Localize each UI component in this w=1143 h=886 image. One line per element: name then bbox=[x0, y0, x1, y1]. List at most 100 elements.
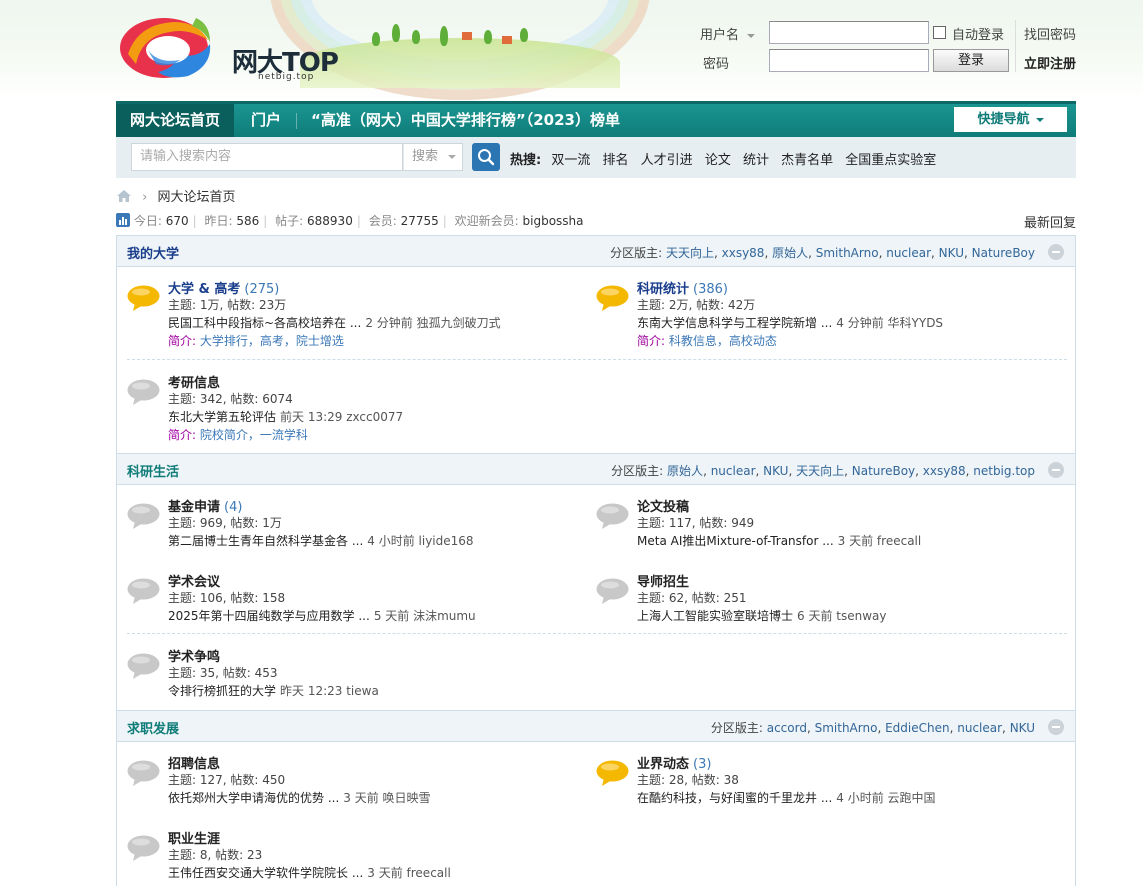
hot-search-link[interactable]: 杰青名单 bbox=[781, 153, 833, 168]
moderator-link[interactable]: 原始人 bbox=[772, 246, 808, 260]
netbig-logo[interactable] bbox=[118, 14, 214, 80]
moderator-link[interactable]: nuclear bbox=[886, 246, 931, 260]
last-post-link[interactable]: 民国工科中段指标~各高校培养在 ... bbox=[168, 316, 361, 330]
last-post: 依托郑州大学申请海优的优势 ... 3 天前 唤日映雪 bbox=[168, 791, 431, 805]
forum-name[interactable]: 学术争鸣 bbox=[168, 646, 220, 665]
moderator-link[interactable]: SmithArno bbox=[815, 721, 878, 735]
quick-nav-button[interactable]: 快捷导航 bbox=[954, 107, 1067, 132]
auto-login-label[interactable]: 自动登录 bbox=[952, 24, 1004, 43]
collapse-icon[interactable] bbox=[1048, 719, 1064, 735]
last-post-link[interactable]: 令排行榜抓狂的大学 bbox=[168, 684, 276, 698]
forum-name[interactable]: 招聘信息 bbox=[168, 753, 220, 772]
username-input[interactable] bbox=[769, 21, 929, 44]
forum-name[interactable]: 考研信息 bbox=[168, 372, 220, 391]
last-post: 第二届博士生青年自然科学基金各 ... 4 小时前 liyide168 bbox=[168, 534, 474, 548]
find-password-link[interactable]: 找回密码 bbox=[1024, 24, 1076, 43]
forum-item: 职业生涯 主题: 8, 帖数: 23 王伟任西安交通大学软件学院院长 ... 3 … bbox=[117, 827, 577, 886]
search-bar: 请输入搜索内容 搜索 热搜: 双一流 排名 人才引进 论文 统计 杰青名单 全国… bbox=[116, 137, 1076, 178]
forum-item: 导师招生 主题: 62, 帖数: 251 上海人工智能实验室联培博士 6 天前 t… bbox=[586, 570, 1046, 640]
forum-name[interactable]: 学术会议 bbox=[168, 571, 220, 590]
forum-name[interactable]: 职业生涯 bbox=[168, 828, 220, 847]
tree-decoration bbox=[440, 26, 448, 46]
search-type-select[interactable]: 搜索 bbox=[403, 143, 463, 171]
moderator-link[interactable]: xxsy88 bbox=[923, 464, 966, 478]
forum-stats: 主题: 8, 帖数: 23 bbox=[168, 848, 263, 862]
forum-name[interactable]: 科研统计 (386) bbox=[637, 278, 728, 297]
hot-search-link[interactable]: 全国重点实验室 bbox=[845, 153, 936, 168]
collapse-icon[interactable] bbox=[1048, 244, 1064, 260]
moderator-link[interactable]: NKU bbox=[939, 246, 964, 260]
hot-search-link[interactable]: 统计 bbox=[743, 153, 769, 168]
search-button[interactable] bbox=[472, 143, 500, 171]
forum-name[interactable]: 业界动态 (3) bbox=[637, 753, 711, 772]
moderator-link[interactable]: NatureBoy bbox=[852, 464, 915, 478]
last-post: 东南大学信息科学与工程学院新增 ... 4 分钟前 华科YYDS bbox=[637, 316, 944, 330]
posts-count: 688930 bbox=[307, 214, 353, 228]
moderator-link[interactable]: EddieChen bbox=[885, 721, 950, 735]
moderator-link[interactable]: 天天向上 bbox=[796, 464, 844, 478]
moderator-link[interactable]: xxsy88 bbox=[722, 246, 765, 260]
nav-forum-home[interactable]: 网大论坛首页 bbox=[116, 104, 235, 137]
last-post-link[interactable]: 上海人工智能实验室联培博士 bbox=[637, 609, 793, 623]
forum-item: 学术争鸣 主题: 35, 帖数: 453 令排行榜抓狂的大学 昨天 12:23 t… bbox=[117, 645, 577, 715]
moderator-link[interactable]: nuclear bbox=[957, 721, 1002, 735]
forum-stats: 主题: 127, 帖数: 450 bbox=[168, 773, 286, 787]
auto-login-checkbox[interactable] bbox=[933, 26, 946, 39]
hot-search-link[interactable]: 人才引进 bbox=[641, 153, 693, 168]
breadcrumb-current[interactable]: 网大论坛首页 bbox=[157, 190, 235, 205]
password-input[interactable] bbox=[769, 49, 929, 72]
section-header: 科研生活 分区版主: 原始人, nuclear, NKU, 天天向上, Natu… bbox=[116, 453, 1076, 485]
hot-search-link[interactable]: 论文 bbox=[705, 153, 731, 168]
row-divider bbox=[127, 633, 1067, 634]
section-title[interactable]: 我的大学 bbox=[127, 243, 179, 262]
moderator-link[interactable]: SmithArno bbox=[816, 246, 879, 260]
chevron-down-icon bbox=[747, 33, 756, 38]
new-member-link[interactable]: bigbossha bbox=[523, 214, 584, 228]
last-post-link[interactable]: 第二届博士生青年自然科学基金各 ... bbox=[168, 534, 363, 548]
home-icon[interactable] bbox=[116, 189, 132, 203]
last-post: Meta AI推出Mixture-of-Transfor ... 3 天前 fre… bbox=[637, 534, 922, 548]
last-post: 王伟任西安交通大学软件学院院长 ... 3 天前 freecall bbox=[168, 866, 451, 880]
forum-name[interactable]: 基金申请 (4) bbox=[168, 496, 242, 515]
moderator-link[interactable]: 原始人 bbox=[667, 464, 703, 478]
hot-search-link[interactable]: 双一流 bbox=[551, 153, 590, 168]
last-post-link[interactable]: Meta AI推出Mixture-of-Transfor ... bbox=[637, 534, 834, 548]
hot-search-label: 热搜: bbox=[510, 153, 542, 168]
forum-item: 基金申请 (4) 主题: 969, 帖数: 1万 第二届博士生青年自然科学基金各 … bbox=[117, 495, 577, 565]
last-post-link[interactable]: 在酷约科技，与好闺蜜的千里龙井 ... bbox=[637, 791, 832, 805]
hot-search-link[interactable]: 排名 bbox=[603, 153, 629, 168]
collapse-icon[interactable] bbox=[1048, 462, 1064, 478]
moderator-link[interactable]: netbig.top bbox=[973, 464, 1035, 478]
login-button[interactable]: 登录 bbox=[933, 49, 1009, 72]
section-title[interactable]: 科研生活 bbox=[127, 461, 179, 480]
search-icon bbox=[478, 149, 495, 166]
stats-chart-icon bbox=[116, 213, 130, 227]
forum-name[interactable]: 大学 & 高考 (275) bbox=[168, 278, 279, 297]
section-body: 大学 & 高考 (275) 主题: 1万, 帖数: 23万 民国工科中段指标~各高… bbox=[116, 267, 1076, 453]
forum-name[interactable]: 论文投稿 bbox=[637, 496, 689, 515]
chevron-down-icon bbox=[1035, 117, 1044, 122]
nav-portal[interactable]: 门户 bbox=[237, 104, 295, 137]
search-input[interactable]: 请输入搜索内容 bbox=[131, 143, 403, 171]
latest-reply-link[interactable]: 最新回复 bbox=[1024, 212, 1076, 231]
last-post-link[interactable]: 依托郑州大学申请海优的优势 ... bbox=[168, 791, 339, 805]
moderator-link[interactable]: NKU bbox=[1010, 721, 1035, 735]
moderator-link[interactable]: NatureBoy bbox=[972, 246, 1035, 260]
username-label[interactable]: 用户名 bbox=[700, 24, 756, 43]
moderator-link[interactable]: NKU bbox=[763, 464, 788, 478]
last-post-link[interactable]: 东南大学信息科学与工程学院新增 ... bbox=[637, 316, 832, 330]
last-post-link[interactable]: 东北大学第五轮评估 bbox=[168, 410, 276, 424]
forum-name[interactable]: 导师招生 bbox=[637, 571, 689, 590]
moderator-link[interactable]: nuclear bbox=[711, 464, 756, 478]
no-new-posts-bubble-icon bbox=[127, 578, 160, 604]
forum-intro: 简介: 科教信息，高校动态 bbox=[637, 334, 777, 348]
nav-ranking[interactable]: “高准（网大）中国大学排行榜”（2023）榜单 bbox=[297, 104, 634, 137]
section-title[interactable]: 求职发展 bbox=[127, 718, 179, 737]
last-post-link[interactable]: 王伟任西安交通大学软件学院院长 ... bbox=[168, 866, 363, 880]
moderator-link[interactable]: accord bbox=[767, 721, 807, 735]
breadcrumb-separator: › bbox=[142, 190, 148, 205]
tree-decoration bbox=[372, 32, 380, 46]
last-post-link[interactable]: 2025年第十四届纯数学与应用数学 ... bbox=[168, 609, 370, 623]
moderator-link[interactable]: 天天向上 bbox=[666, 246, 714, 260]
register-link[interactable]: 立即注册 bbox=[1024, 53, 1076, 72]
